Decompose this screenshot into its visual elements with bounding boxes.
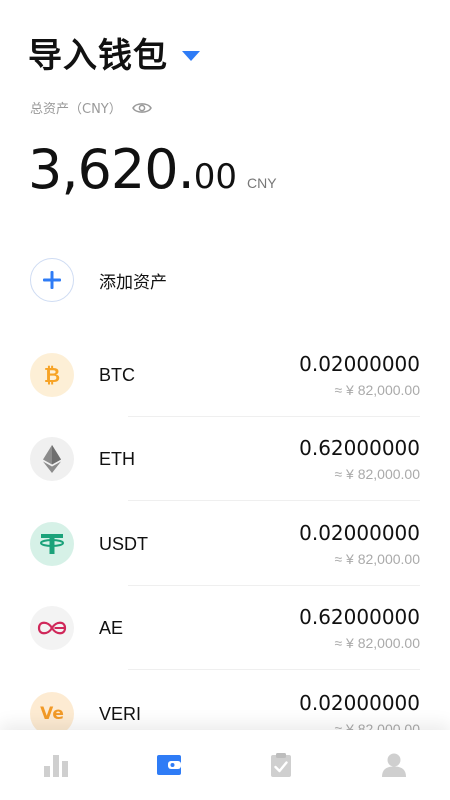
tab-tasks[interactable] bbox=[225, 730, 338, 800]
coin-row-ae[interactable]: AE 0.62000000 ≈ ¥ 82,000.00 bbox=[30, 586, 420, 670]
coin-fiat-value: ≈ ¥ 82,000.00 bbox=[334, 635, 420, 651]
coin-amount: 0.62000000 bbox=[299, 436, 420, 460]
clipboard-check-icon[interactable] bbox=[269, 752, 293, 778]
total-balance-unit: CNY bbox=[247, 175, 277, 191]
wallet-icon[interactable] bbox=[156, 753, 182, 777]
coin-row-usdt[interactable]: USDT 0.02000000 ≈ ¥ 82,000.00 bbox=[30, 502, 420, 586]
tether-icon bbox=[30, 522, 74, 566]
plus-icon[interactable] bbox=[30, 258, 74, 302]
user-icon[interactable] bbox=[381, 752, 407, 778]
coin-row-btc[interactable]: ₿ BTC 0.02000000 ≈ ¥ 82,000.00 bbox=[30, 333, 420, 417]
caret-down-icon[interactable] bbox=[182, 50, 200, 61]
bitcoin-icon: ₿ bbox=[30, 353, 74, 397]
coin-fiat-value: ≈ ¥ 82,000.00 bbox=[334, 382, 420, 398]
divider bbox=[128, 669, 420, 670]
total-balance-integer: 3,620. bbox=[28, 138, 195, 201]
header[interactable]: 导入钱包 bbox=[28, 28, 200, 77]
ethereum-icon bbox=[30, 437, 74, 481]
bottom-tab-bar bbox=[0, 730, 450, 800]
coin-symbol: AE bbox=[99, 617, 124, 638]
eye-icon[interactable] bbox=[131, 101, 152, 115]
coin-amount: 0.02000000 bbox=[299, 691, 420, 715]
coin-amount: 0.02000000 bbox=[299, 521, 420, 545]
tab-market[interactable] bbox=[0, 730, 113, 800]
coin-row-eth[interactable]: ETH 0.62000000 ≈ ¥ 82,000.00 bbox=[30, 417, 420, 501]
add-asset-button[interactable]: 添加资产 bbox=[30, 258, 167, 302]
aeternity-icon bbox=[30, 606, 74, 650]
veritaseum-icon-text: Ve bbox=[40, 704, 64, 724]
add-asset-label: 添加资产 bbox=[99, 272, 167, 293]
total-balance: 3,620. 00 CNY bbox=[28, 138, 277, 201]
chart-icon[interactable] bbox=[42, 752, 70, 778]
coin-amount: 0.02000000 bbox=[299, 352, 420, 376]
coin-symbol: VERI bbox=[99, 703, 142, 724]
total-balance-decimal: 00 bbox=[193, 157, 238, 197]
coin-symbol: USDT bbox=[99, 533, 148, 554]
coin-fiat-value: ≈ ¥ 82,000.00 bbox=[334, 551, 420, 567]
page-title: 导入钱包 bbox=[28, 36, 168, 76]
coin-symbol: ETH bbox=[99, 448, 135, 469]
svg-text:₿: ₿ bbox=[44, 363, 60, 387]
coin-fiat-value: ≈ ¥ 82,000.00 bbox=[334, 466, 420, 482]
divider bbox=[128, 500, 420, 501]
coin-symbol: BTC bbox=[99, 364, 135, 385]
total-asset-label-row: 总资产（CNY） bbox=[30, 98, 152, 117]
tab-profile[interactable] bbox=[338, 730, 450, 800]
coin-amount: 0.62000000 bbox=[299, 605, 420, 629]
tab-wallet[interactable] bbox=[113, 730, 226, 800]
total-asset-label: 总资产（CNY） bbox=[30, 102, 122, 117]
